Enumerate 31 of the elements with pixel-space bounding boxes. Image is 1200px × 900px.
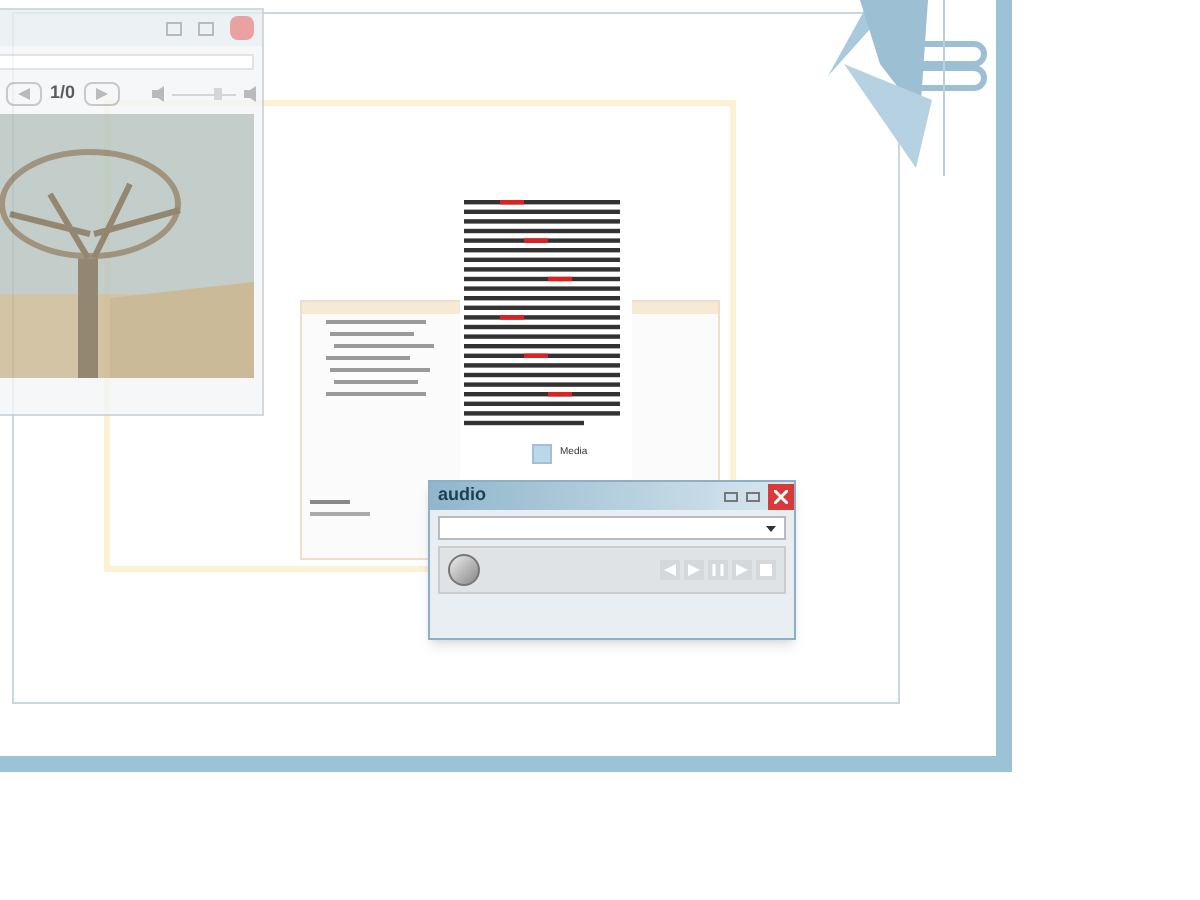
prev-button[interactable] [660,560,680,580]
maximize-icon[interactable] [746,491,760,501]
address-field[interactable] [0,54,254,70]
left-arrow-icon [18,88,30,100]
right-arrow-icon [95,88,108,100]
caret-icon [766,525,776,531]
previous-button[interactable] [6,82,42,106]
next-icon [736,564,748,576]
media-icon [532,444,552,464]
pause-icon [712,564,724,576]
next-button[interactable] [83,82,120,106]
pause-button[interactable] [708,560,728,580]
slider-thumb[interactable] [214,88,223,100]
play-icon [688,564,700,576]
minimize-icon[interactable] [166,21,182,35]
volume-high-icon [243,86,256,102]
volume-low-icon [151,86,164,102]
next-button[interactable] [732,560,752,580]
maximize-icon[interactable] [198,21,214,35]
window-title: audio [438,482,488,509]
close-icon [774,489,788,503]
stop-button[interactable] [756,560,776,580]
page-counter: 1/0 [50,80,76,107]
track-dropdown[interactable] [438,516,786,540]
speaker-knob-icon[interactable] [448,554,480,586]
minimize-icon[interactable] [724,491,738,501]
close-button[interactable] [768,483,794,509]
prev-icon [664,564,676,576]
stop-icon [760,564,772,576]
play-button[interactable] [684,560,704,580]
volume-slider[interactable] [171,86,236,102]
